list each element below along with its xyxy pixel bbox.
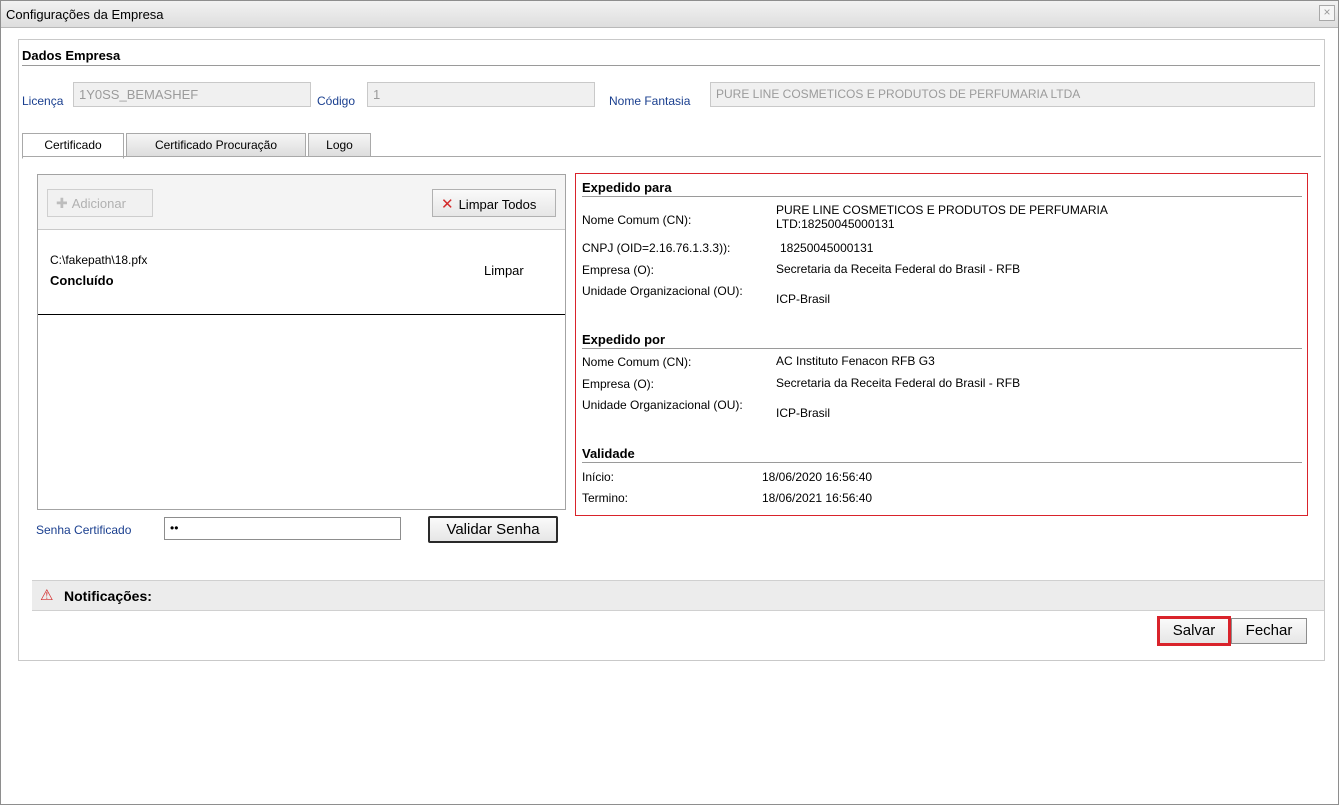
add-button-label: Adicionar: [71, 196, 126, 211]
code-field[interactable]: 1: [367, 82, 595, 107]
validity-end-label: Termino:: [582, 491, 629, 505]
issued-by-ou-value: ICP-Brasil: [776, 406, 831, 420]
issued-to-cn-label: Nome Comum (CN):: [582, 213, 692, 227]
company-panel: Dados Empresa Licença 1Y0SS_BEMASHEF Cód…: [18, 39, 1325, 661]
clear-all-label: Limpar Todos: [458, 197, 537, 212]
issued-to-ou-value: ICP-Brasil: [776, 292, 831, 306]
issued-by-ou-label: Unidade Organizacional (OU):: [582, 398, 743, 412]
code-label: Código: [317, 94, 356, 108]
issued-by-cn-value: AC Instituto Fenacon RFB G3: [776, 354, 935, 368]
issued-to-divider: [582, 196, 1302, 197]
validity-divider: [582, 462, 1302, 463]
validate-password-button[interactable]: Validar Senha: [428, 516, 558, 543]
plus-icon: ✚: [56, 195, 68, 211]
issued-by-title: Expedido por: [582, 332, 666, 347]
add-button[interactable]: ✚ Adicionar: [47, 189, 153, 217]
issued-to-org-value: Secretaria da Receita Federal do Brasil …: [776, 262, 1021, 276]
certificate-password-label: Senha Certificado: [36, 523, 132, 537]
validity-start-label: Início:: [582, 470, 615, 484]
validity-title: Validade: [582, 446, 635, 461]
clear-all-button[interactable]: ✕ Limpar Todos: [432, 189, 556, 217]
file-path: C:\fakepath\18.pfx: [50, 253, 148, 267]
company-settings-dialog: Configurações da Empresa × Dados Empresa…: [0, 0, 1339, 805]
trade-name-field[interactable]: PURE LINE COSMETICOS E PRODUTOS DE PERFU…: [710, 82, 1315, 107]
issued-by-org-label: Empresa (O):: [582, 377, 655, 391]
save-button[interactable]: Salvar: [1157, 616, 1231, 646]
notifications-bar: ⚠ Notificações:: [32, 580, 1324, 611]
tab-proxy-certificate[interactable]: Certificado Procuração: [126, 133, 306, 157]
section-title-company-data: Dados Empresa: [22, 48, 121, 63]
issued-to-cnpj-label: CNPJ (OID=2.16.76.1.3.3)):: [582, 241, 731, 255]
issued-to-org-label: Empresa (O):: [582, 263, 655, 277]
certificate-password-input[interactable]: ••: [164, 517, 401, 540]
issued-to-cn-value-1: PURE LINE COSMETICOS E PRODUTOS DE PERFU…: [776, 203, 1108, 217]
upload-toolbar: ✚ Adicionar ✕ Limpar Todos: [38, 175, 565, 230]
warning-icon: ⚠: [40, 587, 54, 604]
issued-to-cn-value-2: LTD:18250045000131: [776, 217, 895, 231]
dialog-titlebar: Configurações da Empresa ×: [1, 1, 1338, 28]
issued-by-cn-label: Nome Comum (CN):: [582, 355, 692, 369]
issued-by-org-value: Secretaria da Receita Federal do Brasil …: [776, 376, 1021, 390]
file-clear-link[interactable]: Limpar: [484, 263, 524, 278]
close-icon[interactable]: ×: [1319, 5, 1335, 21]
issued-by-divider: [582, 348, 1302, 349]
file-row: C:\fakepath\18.pfx Concluído Limpar: [38, 231, 565, 315]
validity-start-value: 18/06/2020 16:56:40: [762, 470, 873, 484]
certificate-upload-box: ✚ Adicionar ✕ Limpar Todos C:\fakepath\18.…: [37, 174, 566, 510]
issued-to-cnpj-value: 18250045000131: [780, 241, 874, 255]
trade-name-label: Nome Fantasia: [609, 94, 691, 108]
notifications-label: Notificações:: [64, 588, 152, 604]
close-button[interactable]: Fechar: [1231, 618, 1307, 644]
issued-to-ou-label: Unidade Organizacional (OU):: [582, 284, 743, 298]
section-divider: [22, 65, 1320, 66]
issued-to-title: Expedido para: [582, 180, 672, 195]
license-field[interactable]: 1Y0SS_BEMASHEF: [73, 82, 311, 107]
tab-logo[interactable]: Logo: [308, 133, 371, 157]
tab-divider: [22, 156, 1321, 157]
x-icon: ✕: [441, 196, 454, 213]
file-status: Concluído: [50, 273, 114, 288]
dialog-title: Configurações da Empresa: [6, 7, 164, 22]
license-label: Licença: [22, 94, 64, 108]
validity-end-value: 18/06/2021 16:56:40: [762, 491, 873, 505]
certificate-details: Expedido para Nome Comum (CN): PURE LINE…: [575, 173, 1308, 516]
